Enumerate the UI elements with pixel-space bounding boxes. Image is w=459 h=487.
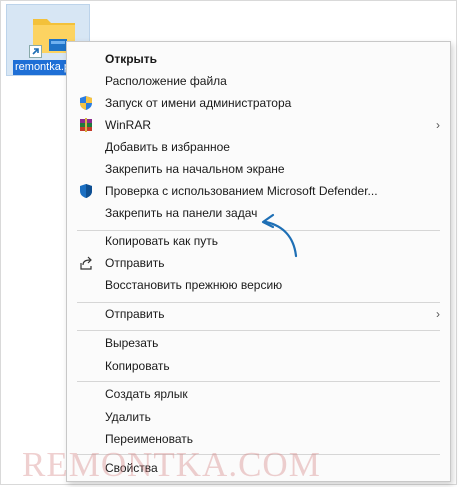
menu-item-label: Отправить	[105, 307, 165, 321]
menu-item-add-favorites[interactable]: Добавить в избранное	[67, 136, 450, 158]
menu-item-label: Копировать как путь	[105, 234, 218, 248]
menu-item-label: Расположение файла	[105, 74, 227, 88]
annotation-arrow-icon	[261, 213, 298, 258]
menu-item-run-as-admin[interactable]: Запуск от имени администратора	[67, 92, 450, 114]
menu-item-restore-previous[interactable]: Восстановить прежнюю версию	[67, 274, 450, 296]
menu-item-label: Копировать	[105, 359, 170, 373]
menu-item-label: Переименовать	[105, 432, 193, 446]
chevron-right-icon: ›	[436, 307, 440, 321]
defender-shield-icon	[80, 184, 92, 198]
shortcut-label: remontka.p	[13, 60, 73, 75]
menu-item-label: Удалить	[105, 410, 151, 424]
share-icon	[80, 256, 92, 270]
menu-item-send-to[interactable]: Отправить ›	[67, 303, 450, 325]
winrar-icon	[80, 118, 92, 132]
menu-item-label: Проверка с использованием Microsoft Defe…	[105, 184, 378, 198]
watermark: REMONTKA.COM	[22, 445, 321, 484]
menu-item-label: Восстановить прежнюю версию	[105, 278, 283, 292]
menu-item-file-location[interactable]: Расположение файла	[67, 70, 450, 92]
menu-item-label: Создать ярлык	[105, 387, 188, 401]
shortcut-arrow-icon	[29, 45, 42, 58]
uac-shield-icon	[80, 96, 92, 110]
menu-item-label: Добавить в избранное	[105, 140, 230, 154]
menu-item-label: Вырезать	[105, 336, 159, 350]
menu-item-label: Запуск от имени администратора	[105, 96, 292, 110]
menu-separator	[77, 330, 440, 331]
menu-item-open[interactable]: Открыть	[67, 48, 450, 70]
menu-item-pin-start[interactable]: Закрепить на начальном экране	[67, 158, 450, 180]
menu-item-create-shortcut[interactable]: Создать ярлык	[67, 383, 450, 405]
menu-item-label: Открыть	[105, 52, 158, 66]
menu-item-delete[interactable]: Удалить	[67, 406, 450, 428]
menu-item-defender-scan[interactable]: Проверка с использованием Microsoft Defe…	[67, 180, 450, 202]
menu-item-label: Отправить	[105, 256, 165, 270]
menu-item-winrar[interactable]: WinRAR ›	[67, 114, 450, 136]
menu-item-copy[interactable]: Копировать	[67, 355, 450, 377]
menu-item-cut[interactable]: Вырезать	[67, 332, 450, 354]
menu-item-label: Закрепить на начальном экране	[105, 162, 285, 176]
menu-separator	[77, 381, 440, 382]
context-menu: Открыть Расположение файла Запуск от име…	[66, 41, 451, 482]
menu-item-label: WinRAR	[105, 118, 152, 132]
chevron-right-icon: ›	[436, 118, 440, 132]
menu-item-label: Закрепить на панели задач	[105, 206, 258, 220]
